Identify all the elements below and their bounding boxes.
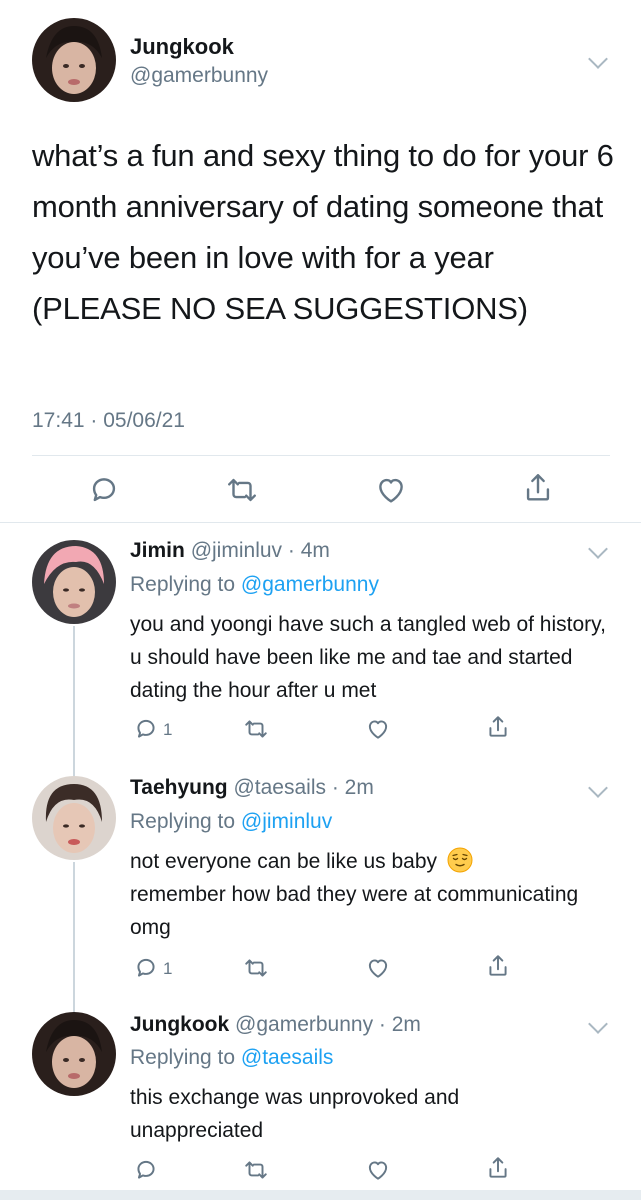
replying-to-label: Replying to [130, 1046, 241, 1069]
chevron-down-icon[interactable] [588, 539, 608, 559]
retweet-icon[interactable] [243, 955, 269, 981]
thread-line [73, 862, 75, 1000]
retweet-icon[interactable] [225, 473, 259, 507]
thread-line [73, 626, 75, 762]
reply-count: 1 [163, 720, 173, 739]
reply-text-line: remember how bad they were at communicat… [130, 883, 579, 939]
mention-link[interactable]: @taesails [241, 1046, 334, 1069]
reply-text: you and yoongi have such a tangled web o… [130, 613, 606, 702]
bottom-separator [0, 1190, 641, 1200]
replying-to: Replying to @taesails [130, 1046, 333, 1070]
reply-header[interactable]: Jungkook @gamerbunny · 2m [130, 1013, 421, 1037]
retweet-icon[interactable] [243, 1157, 269, 1183]
heart-icon[interactable] [365, 716, 391, 742]
author-handle-time[interactable]: @taesails · 2m [233, 776, 373, 799]
thread-line [73, 762, 75, 776]
author-name[interactable]: Jungkook [130, 34, 234, 60]
avatar[interactable] [32, 1012, 116, 1096]
reply-tweet[interactable]: Jimin @jiminluv · 4m Replying to @gamerb… [0, 522, 641, 762]
tweet-timestamp[interactable]: 17:41 · 05/06/21 [32, 409, 185, 433]
reply-tweet[interactable]: Taehyung @taesails · 2m Replying to @jim… [0, 762, 641, 1000]
reply-text: not everyone can be like us baby remembe… [130, 845, 620, 944]
share-icon[interactable] [485, 714, 511, 740]
reply-text-line: not everyone can be like us baby [130, 850, 438, 873]
chevron-down-icon[interactable] [588, 1014, 608, 1034]
heart-icon[interactable] [365, 955, 391, 981]
tweet-text: what’s a fun and sexy thing to do for yo… [32, 138, 614, 326]
share-icon[interactable] [485, 1155, 511, 1181]
reply-icon[interactable] [133, 955, 159, 981]
reply-icon[interactable] [87, 473, 121, 507]
heart-icon[interactable] [365, 1157, 391, 1183]
reply-count: 1 [163, 959, 173, 978]
replying-to-label: Replying to [130, 810, 241, 833]
reply-tweet[interactable]: Jungkook @gamerbunny · 2m Replying to @t… [0, 1000, 641, 1190]
reply-icon[interactable] [133, 1157, 159, 1183]
author-name[interactable]: Jungkook [130, 1013, 229, 1036]
replying-to: Replying to @jiminluv [130, 810, 332, 834]
author-handle-time[interactable]: @gamerbunny · 2m [235, 1013, 421, 1036]
divider [32, 455, 610, 456]
author-name[interactable]: Jimin [130, 539, 185, 562]
avatar[interactable] [32, 776, 116, 860]
thread-line [73, 1000, 75, 1012]
replying-to: Replying to @gamerbunny [130, 573, 379, 597]
relieved-face-emoji [447, 847, 473, 873]
chevron-down-icon[interactable] [588, 778, 608, 798]
reply-icon[interactable] [133, 716, 159, 742]
reply-header[interactable]: Taehyung @taesails · 2m [130, 776, 374, 800]
share-icon[interactable] [521, 471, 555, 505]
mention-link[interactable]: @gamerbunny [241, 573, 379, 596]
author-handle-time[interactable]: @jiminluv · 4m [191, 539, 330, 562]
reply-text: this exchange was unprovoked and unappre… [130, 1086, 460, 1142]
mention-link[interactable]: @jiminluv [241, 810, 332, 833]
author-handle[interactable]: @gamerbunny [130, 64, 268, 88]
share-icon[interactable] [485, 953, 511, 979]
main-tweet[interactable]: Jungkook @gamerbunny what’s a fun and se… [0, 0, 641, 522]
chevron-down-icon[interactable] [588, 49, 608, 69]
retweet-icon[interactable] [243, 716, 269, 742]
avatar[interactable] [32, 540, 116, 624]
heart-icon[interactable] [374, 473, 408, 507]
avatar[interactable] [32, 18, 116, 102]
tweet-thread: Jungkook @gamerbunny what’s a fun and se… [0, 0, 641, 1200]
replying-to-label: Replying to [130, 573, 241, 596]
author-name[interactable]: Taehyung [130, 776, 228, 799]
reply-header[interactable]: Jimin @jiminluv · 4m [130, 539, 330, 563]
